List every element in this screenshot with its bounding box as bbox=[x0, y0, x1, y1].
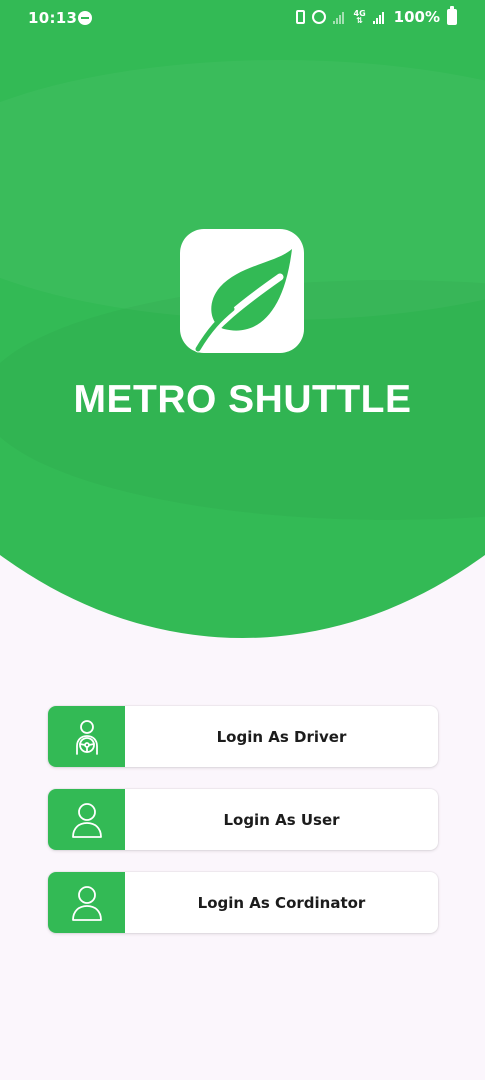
login-as-user-button[interactable]: Login As User bbox=[48, 789, 438, 850]
icon-container bbox=[48, 872, 125, 933]
login-screen: 10:13 4G ⇅ 100% METRO SHUTTLE Login As D… bbox=[0, 0, 485, 1080]
user-icon bbox=[71, 802, 102, 838]
login-as-driver-button[interactable]: Login As Driver bbox=[48, 706, 438, 767]
icon-container bbox=[48, 706, 125, 767]
login-as-coordinator-label: Login As Cordinator bbox=[197, 893, 366, 912]
icon-container bbox=[48, 789, 125, 850]
app-title: METRO SHUTTLE bbox=[73, 378, 412, 421]
status-icons: 4G ⇅ 100% bbox=[295, 6, 457, 26]
alarm-icon bbox=[311, 10, 326, 24]
battery-percentage: 100% bbox=[393, 8, 440, 26]
data-activity-icon: ⇅ bbox=[356, 16, 363, 25]
network-type: 4G ⇅ bbox=[354, 10, 366, 25]
login-as-driver-label: Login As Driver bbox=[216, 727, 347, 746]
signal-icon bbox=[372, 11, 387, 24]
user-icon bbox=[71, 885, 102, 921]
login-as-user-label: Login As User bbox=[223, 810, 340, 829]
leaf-icon bbox=[194, 249, 292, 353]
status-time: 10:13 bbox=[28, 9, 78, 27]
signal-icon bbox=[332, 11, 347, 24]
battery-icon bbox=[447, 6, 457, 25]
driver-steering-wheel-icon bbox=[75, 719, 98, 755]
login-as-coordinator-button[interactable]: Login As Cordinator bbox=[48, 872, 438, 933]
app-logo bbox=[180, 229, 304, 353]
battery-saver-icon bbox=[295, 10, 305, 24]
do-not-disturb-icon bbox=[78, 11, 92, 25]
status-bar: 10:13 4G ⇅ 100% bbox=[0, 0, 485, 36]
